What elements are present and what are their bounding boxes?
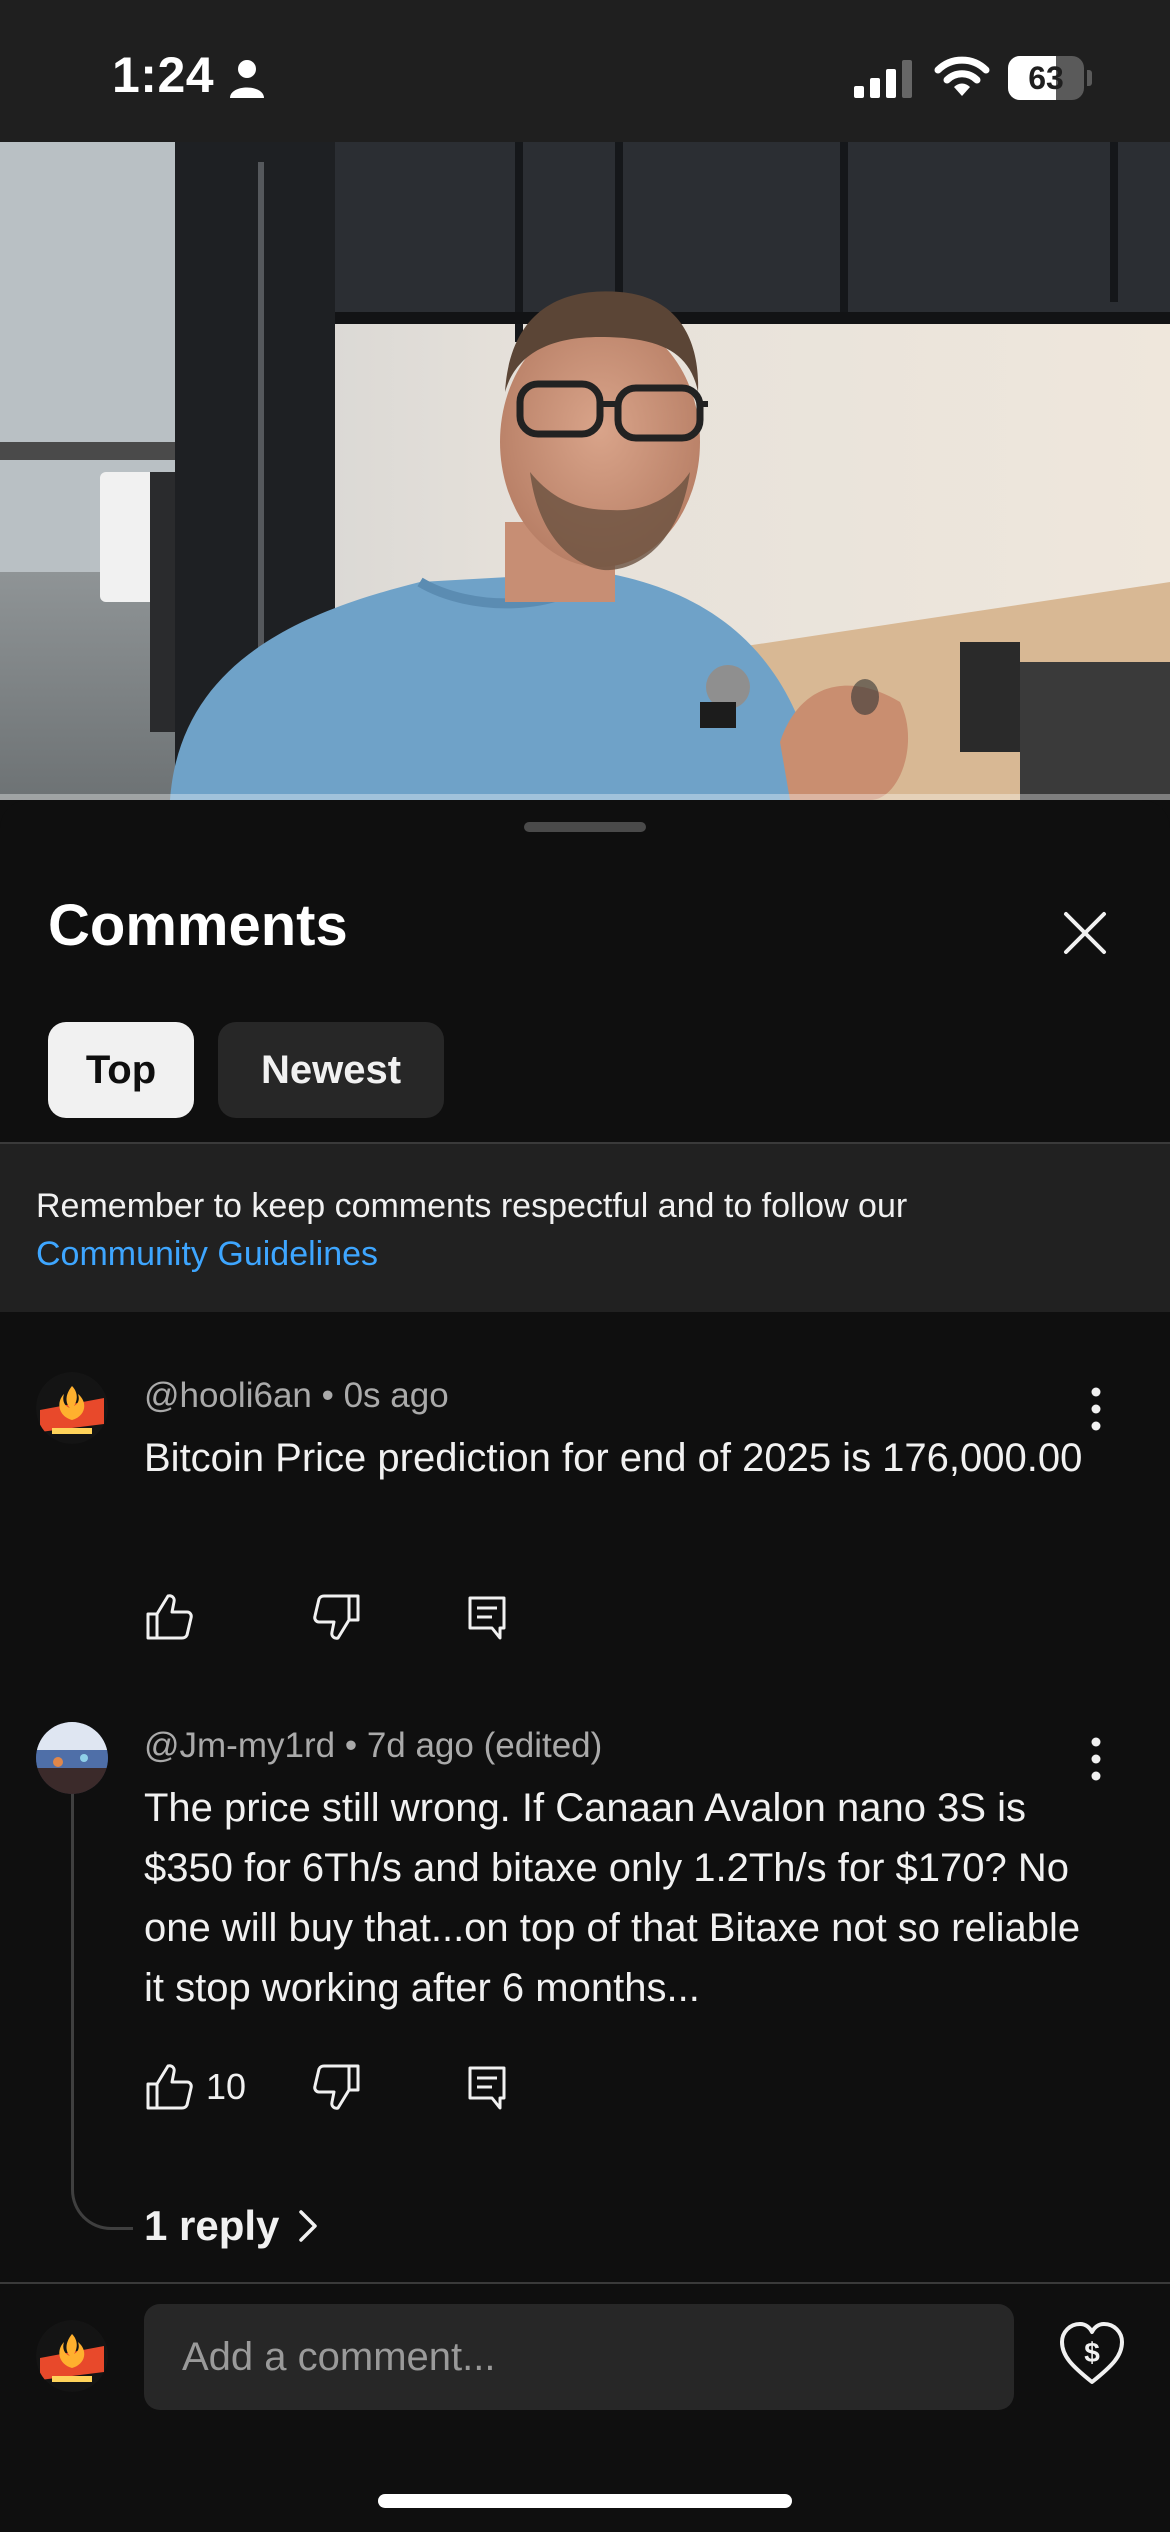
comment-meta: @hooli6an • 0s ago [144, 1376, 449, 1415]
home-indicator [378, 2494, 792, 2508]
aquarium-photo-avatar-icon [36, 1722, 108, 1794]
reply-icon[interactable] [462, 1592, 512, 1642]
flame-logo-avatar-icon [36, 2320, 108, 2392]
comment-author[interactable]: @hooli6an [144, 1376, 312, 1415]
filter-chip-newest[interactable]: Newest [218, 1022, 444, 1118]
reply-icon[interactable] [462, 2062, 512, 2112]
thumbs-up-icon[interactable] [144, 2062, 194, 2112]
community-guidelines-link[interactable]: Community Guidelines [36, 1230, 1134, 1278]
comment-age: 7d ago [366, 1726, 474, 1765]
super-thanks-heart-icon[interactable]: $ [1058, 2320, 1126, 2388]
video-player[interactable] [0, 142, 1170, 800]
flame-logo-avatar-icon [36, 1372, 108, 1444]
avatar[interactable] [36, 1372, 108, 1444]
more-options-icon[interactable] [1084, 1734, 1108, 1784]
comments-title: Comments [48, 893, 348, 958]
cellular-signal-icon [854, 60, 912, 98]
thumbs-down-icon[interactable] [312, 1592, 362, 1642]
like-count: 10 [206, 2066, 247, 2107]
comment-text: The price still wrong. If Canaan Avalon … [144, 1786, 1081, 2010]
status-bar: 1:24 63 [0, 0, 1170, 142]
wifi-icon [934, 56, 990, 96]
avatar[interactable] [36, 1722, 108, 1794]
close-icon[interactable] [1052, 900, 1118, 966]
video-frame [0, 142, 1170, 800]
comment-author[interactable]: @Jm-my1rd [144, 1726, 335, 1765]
thumbs-up-icon[interactable] [144, 1592, 194, 1642]
battery-indicator: 63 [1008, 56, 1092, 100]
comment-age: 0s ago [343, 1376, 449, 1415]
person-icon [230, 60, 264, 98]
comments-sheet: Comments Top Newest Remember to keep com… [0, 800, 1170, 2532]
chevron-right-icon [299, 2210, 318, 2242]
status-time: 1:24 [112, 47, 215, 103]
guidelines-text: Remember to keep comments respectful and… [36, 1187, 908, 1225]
svg-text:$: $ [1084, 2337, 1100, 2368]
divider [0, 2282, 1170, 2284]
replies-label: 1 reply [144, 2202, 280, 2249]
more-options-icon[interactable] [1084, 1384, 1108, 1434]
guidelines-banner: Remember to keep comments respectful and… [0, 1144, 1170, 1312]
thumbs-down-icon[interactable] [312, 2062, 362, 2112]
comment-meta: @Jm-my1rd • 7d ago (edited) [144, 1726, 603, 1765]
filter-chip-top[interactable]: Top [48, 1022, 194, 1118]
battery-level: 63 [1028, 60, 1064, 96]
current-user-avatar [36, 2320, 108, 2392]
comment-text: Bitcoin Price prediction for end of 2025… [144, 1436, 1083, 1480]
add-comment-input[interactable] [144, 2304, 1014, 2410]
view-replies-button[interactable]: 1 reply [144, 2202, 319, 2250]
thread-line [71, 1778, 133, 2230]
edited-label: (edited) [483, 1726, 603, 1765]
drag-handle[interactable] [524, 822, 646, 832]
